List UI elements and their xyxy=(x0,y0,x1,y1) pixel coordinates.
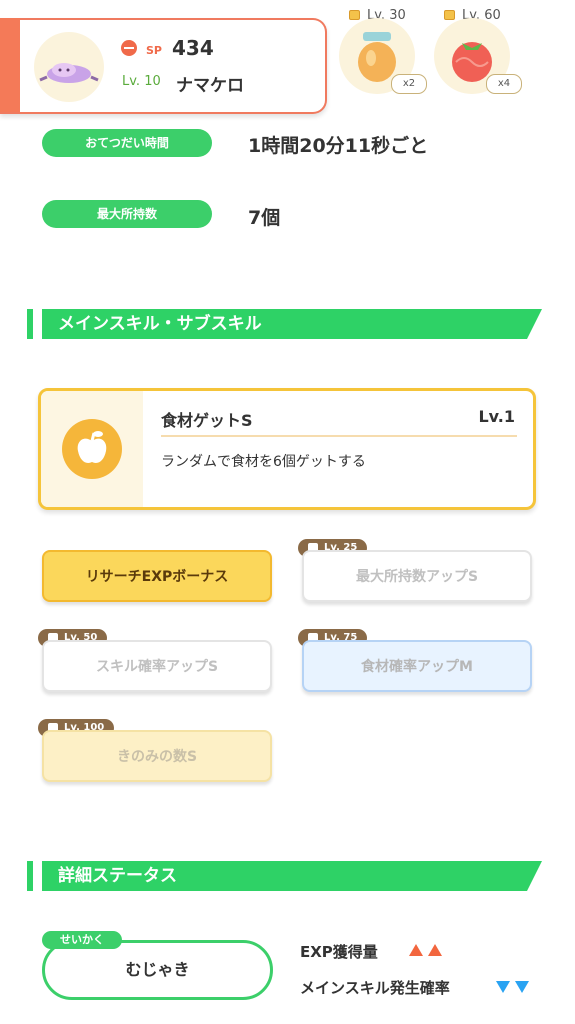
sp-label: SP xyxy=(146,44,162,57)
max-carry-value: 7個 xyxy=(248,207,281,229)
skills-section-title: メインスキル・サブスキル xyxy=(42,309,542,339)
main-skill-description: ランダムで食材を6個ゲットする xyxy=(161,454,366,470)
item-count: x2 xyxy=(391,74,427,94)
details-section-title: 詳細ステータス xyxy=(42,861,542,891)
header-accent-stripe xyxy=(0,18,20,112)
main-skill-name: 食材ゲットS xyxy=(161,411,253,430)
main-skill-level: Lv.1 xyxy=(478,407,515,426)
divider xyxy=(161,435,517,437)
arrow-down-icon xyxy=(496,981,510,993)
slakoth-icon xyxy=(39,63,99,83)
sp-icon xyxy=(121,40,137,56)
pokemon-avatar xyxy=(34,32,104,102)
effect-label: メインスキル発生確率 xyxy=(300,979,450,997)
help-time-label: おてつだい時間 xyxy=(42,129,212,157)
sp-value: 434 xyxy=(172,36,214,60)
arrow-up-icon xyxy=(409,944,423,956)
skill-icon-circle xyxy=(62,419,122,479)
sub-skill-button[interactable]: スキル確率アップS xyxy=(42,640,272,692)
help-time-value: 1時間20分11秒ごと xyxy=(248,135,429,157)
apple-icon xyxy=(77,431,107,463)
arrow-down-icon xyxy=(515,981,529,993)
pokemon-name: ナマケロ xyxy=(176,76,244,96)
sub-skill-button[interactable]: 食材確率アップM xyxy=(302,640,532,692)
section-marker xyxy=(27,861,33,891)
sub-skill-button[interactable]: きのみの数S xyxy=(42,730,272,782)
nature-tag: せいかく xyxy=(42,931,122,949)
section-marker xyxy=(27,309,33,339)
nature-box[interactable]: むじゃき xyxy=(42,940,273,1000)
sub-skill-button[interactable]: 最大所持数アップS xyxy=(302,550,532,602)
arrow-up-icon xyxy=(428,944,442,956)
sub-skill-button[interactable]: リサーチEXPボーナス xyxy=(42,550,272,602)
pokemon-level: Lv. 10 xyxy=(122,74,161,89)
main-skill-card[interactable]: 食材ゲットS Lv.1 ランダムで食材を6個ゲットする xyxy=(38,388,536,510)
max-carry-label: 最大所持数 xyxy=(42,200,212,228)
effect-label: EXP獲得量 xyxy=(300,943,378,961)
item-count: x4 xyxy=(486,74,522,94)
